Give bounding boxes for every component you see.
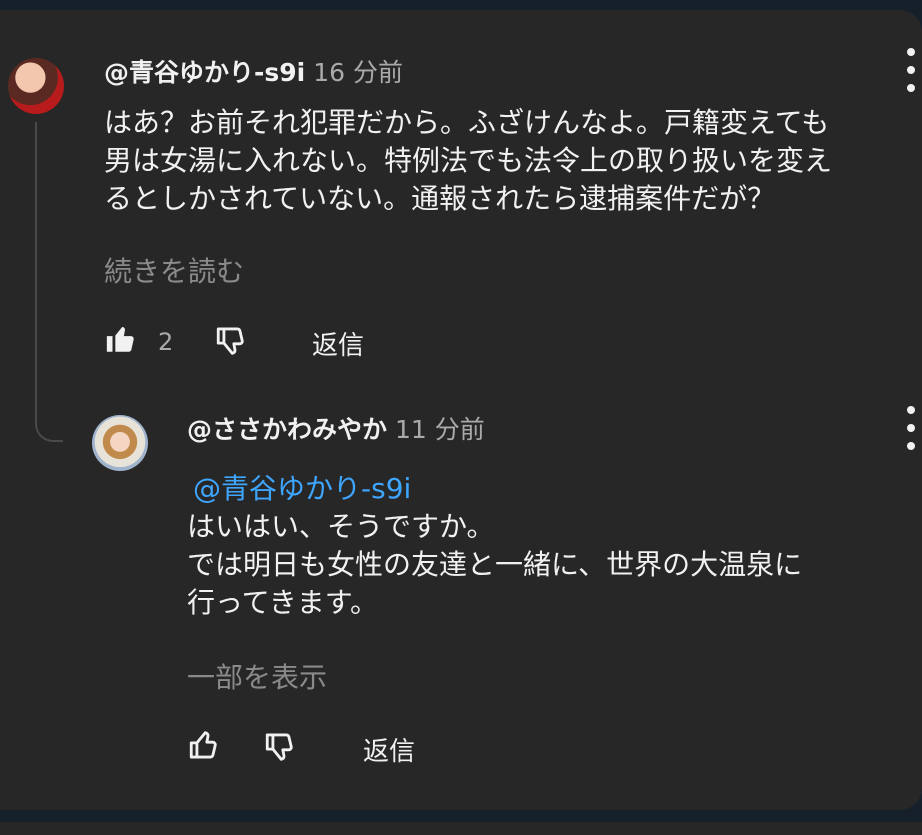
comment-thread-card: @青谷ゆかり-s9i 16 分前 はあ？お前それ犯罪だから。ふざけんなよ。戸籍変え… (0, 10, 922, 810)
commenter-avatar[interactable] (8, 58, 64, 114)
reply-button[interactable]: 返信 (363, 731, 415, 768)
reply-actions: 返信 (187, 728, 487, 768)
reply-header: @ささかわみやか 11 分前 (187, 410, 485, 446)
reply-line: はいはい、そうですか。 (187, 510, 495, 543)
replier-avatar[interactable] (92, 415, 148, 471)
reply-timestamp[interactable]: 11 分前 (395, 415, 485, 444)
thread-connector-line (35, 122, 63, 442)
comment-line: 男は女湯に入れない。特例法でも法令上の取り扱いを変え (104, 144, 833, 177)
comment-header: @青谷ゆかり-s9i 16 分前 (104, 53, 403, 89)
reply-line: では明日も女性の友達と一緒に、世界の大温泉に (187, 548, 803, 581)
comment-menu-icon[interactable] (904, 48, 918, 92)
read-more-link[interactable]: 続きを読む (104, 250, 244, 290)
like-count: 2 (158, 328, 174, 356)
thumb-down-outline-icon[interactable] (263, 730, 297, 764)
comment-timestamp[interactable]: 16 分前 (313, 58, 403, 87)
thumb-up-outline-icon[interactable] (187, 728, 221, 762)
comment-line: るとしかされていない。通報されたら逮捕案件だが？ (104, 182, 776, 215)
comment-body: はあ？お前それ犯罪だから。ふざけんなよ。戸籍変えても 男は女湯に入れない。特例法… (104, 104, 832, 218)
comment-actions: 2 返信 (104, 322, 404, 362)
thumb-down-outline-icon[interactable] (214, 324, 248, 358)
reply-author[interactable]: @ささかわみやか (187, 415, 387, 444)
comment-line: はあ？お前それ犯罪だから。ふざけんなよ。戸籍変えても (104, 106, 830, 139)
reply-line: 行ってきます。 (187, 586, 378, 619)
reply-body: @青谷ゆかり-s9i はいはい、そうですか。 では明日も女性の友達と一緒に、世界… (187, 470, 802, 622)
show-less-link[interactable]: 一部を表示 (187, 656, 327, 696)
comment-author[interactable]: @青谷ゆかり-s9i (104, 58, 305, 87)
thumb-up-filled-icon[interactable] (104, 322, 138, 356)
reply-mention-link[interactable]: @青谷ゆかり-s9i (193, 472, 411, 505)
reply-button[interactable]: 返信 (312, 325, 364, 362)
next-card-edge (0, 822, 922, 835)
reply-menu-icon[interactable] (904, 406, 918, 450)
